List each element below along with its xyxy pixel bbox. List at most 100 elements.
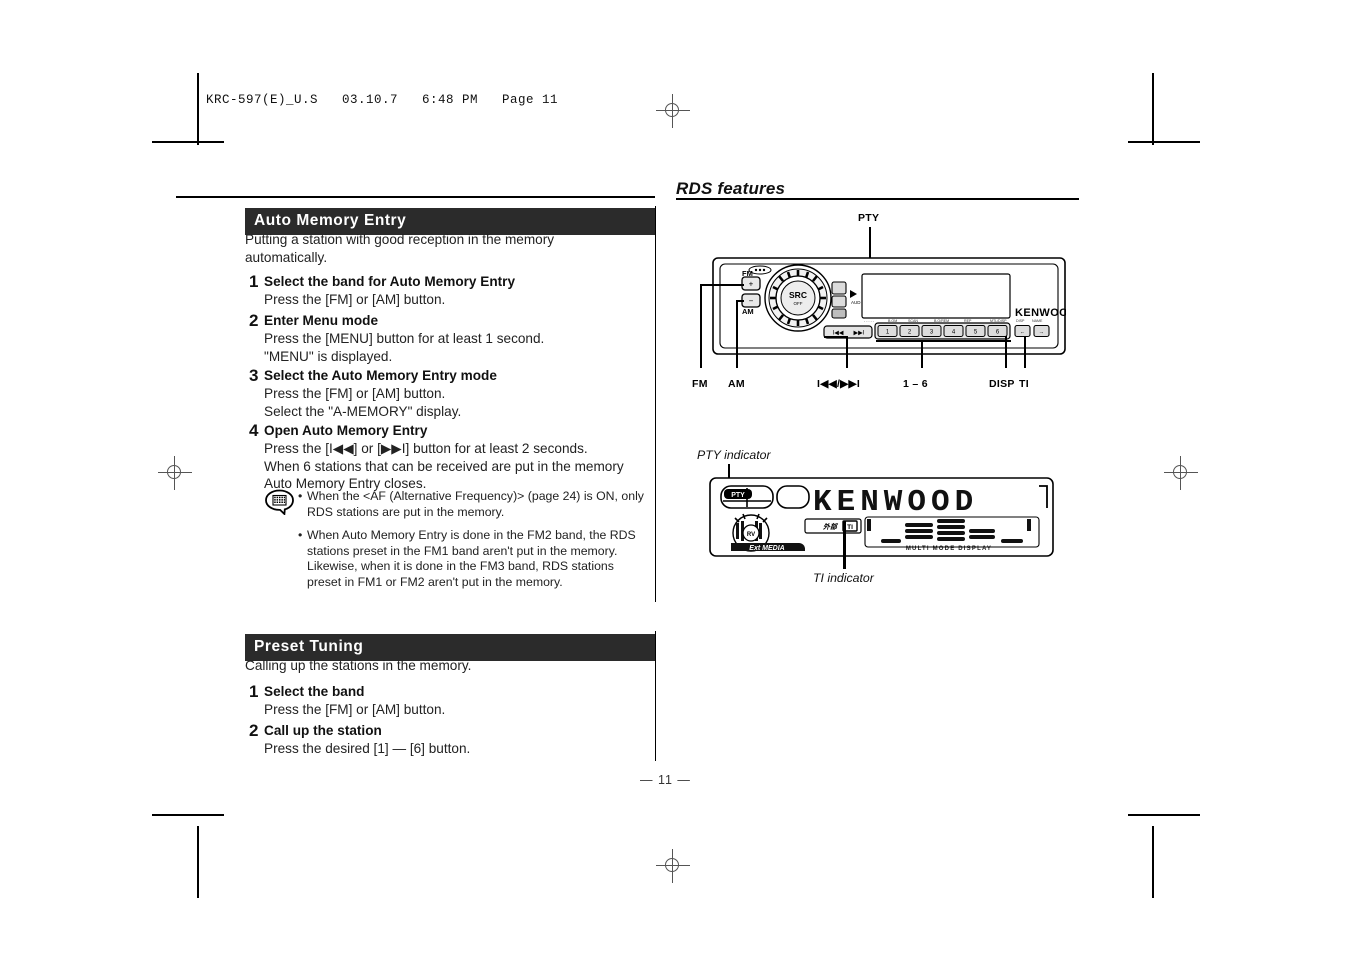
crop-mark-top-right-vertical xyxy=(1152,73,1154,145)
svg-text:▶▶I: ▶▶I xyxy=(854,331,865,337)
page-title: RDS features xyxy=(676,179,786,198)
step-1-auto-memory: 1 Select the band for Auto Memory Entry … xyxy=(249,273,649,309)
svg-text:外部: 外部 xyxy=(822,522,839,531)
svg-text:OFF: OFF xyxy=(794,301,803,306)
crop-mark-bottom-left-horizontal xyxy=(152,814,224,816)
svg-text:←: ← xyxy=(1020,330,1026,336)
button-label-am: AM xyxy=(728,378,745,390)
button-label-presets: 1 – 6 xyxy=(903,378,928,390)
step-number: 1 xyxy=(249,272,259,291)
step-title: Select the band xyxy=(264,684,365,699)
step-title: Enter Menu mode xyxy=(264,313,379,328)
svg-text:FM: FM xyxy=(742,269,753,278)
step-4-auto-memory: 4 Open Auto Memory Entry Press the [I◀◀]… xyxy=(249,422,649,493)
svg-text:Ext MEDIA: Ext MEDIA xyxy=(749,545,784,552)
crop-mark-bottom-right-horizontal xyxy=(1128,814,1200,816)
leader-am-horizontal xyxy=(736,300,744,302)
ti-indicator-label: TI indicator xyxy=(813,571,874,585)
registration-mark-left xyxy=(158,456,192,490)
button-label-ti: TI xyxy=(1019,378,1029,390)
step-line: When 6 stations that can be received are… xyxy=(264,458,624,474)
svg-text:AUD: AUD xyxy=(851,300,861,305)
bullet-dot: • xyxy=(298,489,303,503)
note-bubble-icon xyxy=(265,489,295,516)
svg-text:B.O/REM: B.O/REM xyxy=(934,319,949,323)
page-title-rule xyxy=(676,198,1079,200)
crop-mark-top-left-horizontal xyxy=(152,141,224,143)
svg-text:DISP: DISP xyxy=(1016,319,1025,323)
svg-text:KENWOOD: KENWOOD xyxy=(813,485,978,520)
pty-indicator-label: PTY indicator xyxy=(697,448,771,462)
note-bullet: • When Auto Memory Entry is done in the … xyxy=(298,528,650,590)
column-divider xyxy=(655,206,656,602)
step-3-auto-memory: 3 Select the Auto Memory Entry mode Pres… xyxy=(249,367,649,420)
column-divider-lower xyxy=(655,631,656,761)
svg-text:+: + xyxy=(749,280,754,289)
step-title: Call up the station xyxy=(264,723,382,738)
svg-text:→: → xyxy=(1039,330,1045,336)
step-line: Press the [I◀◀] or [▶▶I] button for at l… xyxy=(264,441,588,456)
note-bullet-text: When the <AF (Alternative Frequency)> (p… xyxy=(307,489,644,519)
step-line: Select the "A-MEMORY" display. xyxy=(264,403,462,419)
step-title: Open Auto Memory Entry xyxy=(264,423,428,438)
button-label-fm: FM xyxy=(692,378,708,390)
print-header-text: KRC-597(E)_U.S 03.10.7 6:48 PM Page 11 xyxy=(206,93,559,107)
svg-text:SRC: SRC xyxy=(789,290,807,300)
step-2-auto-memory: 2 Enter Menu mode Press the [MENU] butto… xyxy=(249,312,649,365)
step-line: Press the [FM] or [AM] button. xyxy=(264,386,446,401)
lcd-display-illustration: PTY KENWOOD RV Ext MEDIA 外部 TI MULTI MOD… xyxy=(709,477,1054,562)
leader-skip-horizontal xyxy=(824,336,848,338)
page-number: — 11 — xyxy=(640,773,691,787)
registration-mark-bottom xyxy=(656,849,690,883)
svg-text:MTL/DISP: MTL/DISP xyxy=(990,319,1007,323)
leader-presets xyxy=(921,340,923,368)
registration-mark-right xyxy=(1164,456,1198,490)
note-bullet: • When the <AF (Alternative Frequency)> … xyxy=(298,489,650,520)
step-line: Press the desired [1] — [6] button. xyxy=(264,741,471,756)
leader-fm-horizontal xyxy=(700,284,744,286)
step-title: Select the Auto Memory Entry mode xyxy=(264,368,497,383)
callout-label-pty: PTY xyxy=(858,212,880,224)
step-line: Press the [FM] or [AM] button. xyxy=(264,292,446,307)
note-bullet-text: When Auto Memory Entry is done in the FM… xyxy=(307,528,636,589)
svg-text:B.OM: B.OM xyxy=(888,319,897,323)
leader-ti-indicator xyxy=(843,521,846,569)
svg-text:KENWOOD: KENWOOD xyxy=(1015,307,1066,319)
bullet-dot: • xyxy=(298,528,303,543)
leader-presets-horizontal xyxy=(876,340,1011,342)
note-block: • When the <AF (Alternative Frequency)> … xyxy=(265,489,650,591)
step-number: 3 xyxy=(249,366,259,385)
section-header-label: Preset Tuning xyxy=(254,638,364,655)
step-number: 1 xyxy=(249,682,259,701)
section-lead-auto-memory-entry: Putting a station with good reception in… xyxy=(245,232,555,265)
left-column-top-rule xyxy=(176,196,655,198)
section-lead-preset-tuning: Calling up the stations in the memory. xyxy=(245,658,472,673)
step-title: Select the band for Auto Memory Entry xyxy=(264,274,516,289)
svg-text:PTY: PTY xyxy=(731,492,745,499)
leader-skip xyxy=(846,336,848,368)
step-number: 4 xyxy=(249,421,259,440)
step-line: Press the [FM] or [AM] button. xyxy=(264,702,446,717)
svg-text:- - - - -: - - - - - xyxy=(864,319,875,323)
section-header-label: Auto Memory Entry xyxy=(254,212,407,229)
crop-mark-top-right-horizontal xyxy=(1128,141,1200,143)
step-1-preset-tuning: 1 Select the band Press the [FM] or [AM]… xyxy=(249,683,649,719)
crop-mark-top-left-vertical xyxy=(197,73,199,145)
leader-fm xyxy=(700,284,702,368)
svg-text:SCAN: SCAN xyxy=(908,319,918,323)
crop-mark-bottom-left-vertical xyxy=(197,826,199,898)
svg-text:NAME: NAME xyxy=(1032,319,1043,323)
leader-disp xyxy=(1005,336,1007,368)
head-unit-illustration: + − FM AM SRC OFF AUD - - - - - B.OM SCA… xyxy=(712,252,1076,367)
step-2-preset-tuning: 2 Call up the station Press the desired … xyxy=(249,722,649,758)
svg-text:REP: REP xyxy=(964,319,972,323)
step-number: 2 xyxy=(249,721,259,740)
button-label-skip: I◀◀/▶▶I xyxy=(817,378,861,390)
svg-text:TI: TI xyxy=(847,524,853,531)
svg-text:RV: RV xyxy=(747,532,755,538)
registration-mark-top xyxy=(656,94,690,128)
leader-am xyxy=(736,300,738,368)
step-line: "MENU" is displayed. xyxy=(264,348,393,364)
step-line: Press the [MENU] button for at least 1 s… xyxy=(264,331,545,346)
leader-ti xyxy=(1024,336,1026,368)
